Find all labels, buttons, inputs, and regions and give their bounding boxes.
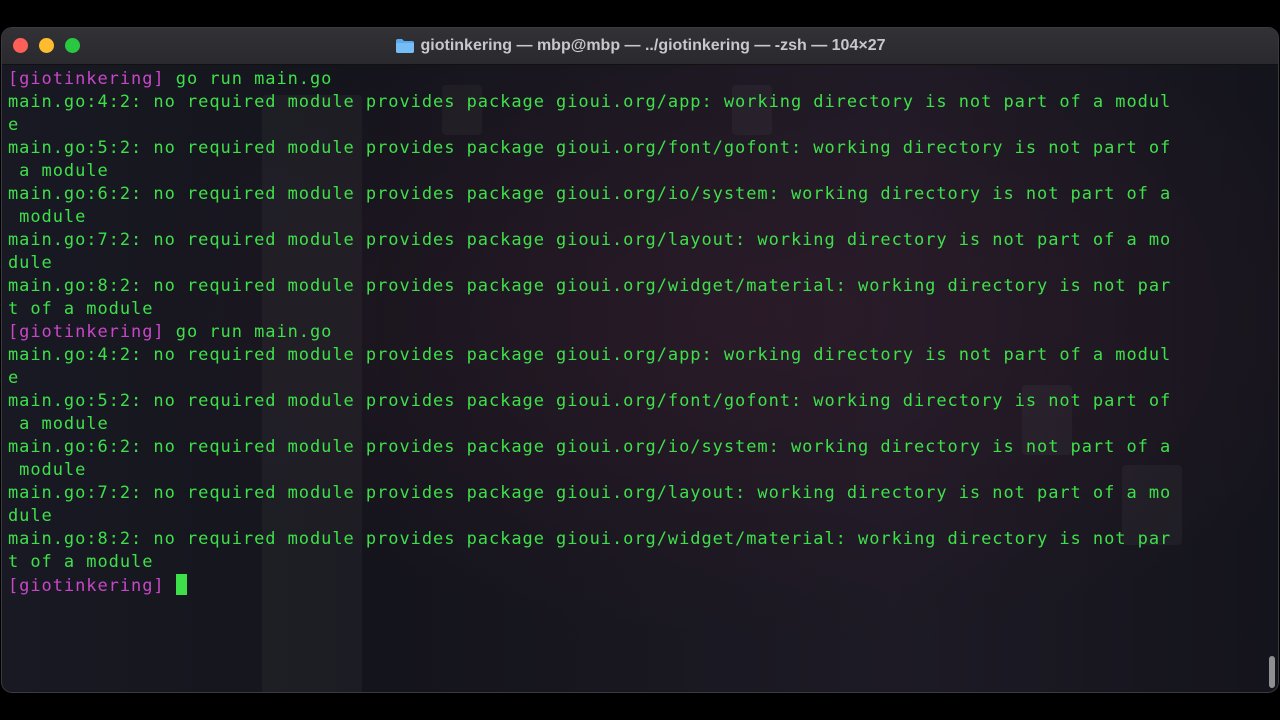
output-line: main.go:4:2: no required module provides…	[8, 92, 1172, 112]
prompt-line: [giotinkering] go run main.go	[8, 321, 1274, 344]
prompt-line: [giotinkering]	[8, 574, 1274, 597]
scrollbar-thumb[interactable]	[1269, 656, 1275, 688]
output-line: e	[8, 368, 20, 388]
output-line: t of a module	[8, 299, 154, 319]
output-line: module	[8, 207, 87, 227]
output-line: module	[8, 460, 87, 480]
output-line: dule	[8, 253, 53, 273]
command-text: go run main.go	[164, 322, 333, 342]
output-line: main.go:4:2: no required module provides…	[8, 345, 1172, 365]
output-line: dule	[8, 506, 53, 526]
output-line: a module	[8, 161, 109, 181]
prompt-label: [giotinkering]	[8, 322, 165, 342]
output-line: main.go:5:2: no required module provides…	[8, 391, 1172, 411]
output-line: main.go:8:2: no required module provides…	[8, 276, 1172, 296]
prompt-label: [giotinkering]	[8, 576, 165, 596]
output-line: t of a module	[8, 552, 154, 572]
command-text: go run main.go	[164, 69, 333, 89]
output-line: main.go:5:2: no required module provides…	[8, 138, 1172, 158]
output-line: e	[8, 115, 20, 135]
folder-icon	[395, 38, 415, 54]
output-line: main.go:8:2: no required module provides…	[8, 529, 1172, 549]
window-title: giotinkering — mbp@mbp — ../giotinkering…	[2, 28, 1278, 64]
text-cursor	[175, 574, 187, 595]
prompt-line: [giotinkering] go run main.go	[8, 68, 1274, 91]
window-title-text: giotinkering — mbp@mbp — ../giotinkering…	[420, 37, 886, 54]
terminal-window: giotinkering — mbp@mbp — ../giotinkering…	[2, 28, 1278, 692]
output-line: main.go:7:2: no required module provides…	[8, 230, 1172, 250]
scrollbar[interactable]	[1267, 102, 1275, 688]
command-text	[165, 576, 176, 596]
output-line: main.go:6:2: no required module provides…	[8, 437, 1172, 457]
terminal-output: [giotinkering] go run main.go main.go:4:2…	[8, 68, 1274, 597]
output-line: a module	[8, 414, 109, 434]
terminal-area[interactable]: [giotinkering] go run main.go main.go:4:2…	[2, 65, 1278, 692]
output-line: main.go:7:2: no required module provides…	[8, 483, 1172, 503]
title-bar[interactable]: giotinkering — mbp@mbp — ../giotinkering…	[2, 28, 1278, 65]
output-line: main.go:6:2: no required module provides…	[8, 184, 1172, 204]
prompt-label: [giotinkering]	[8, 69, 165, 89]
